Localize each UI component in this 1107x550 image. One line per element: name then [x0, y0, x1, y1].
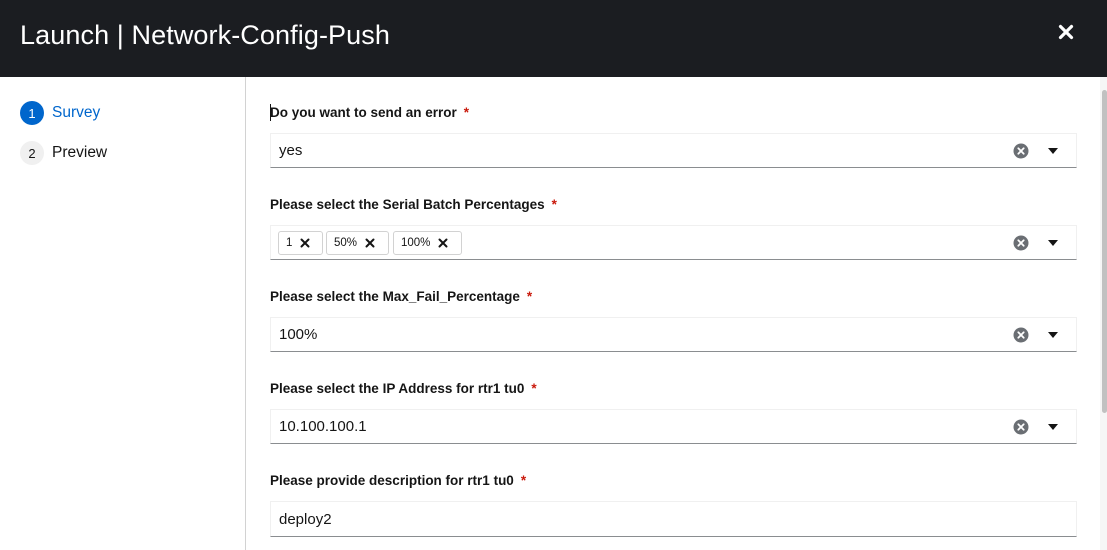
- description-label: Please provide description for rtr1 tu0 *: [270, 473, 527, 488]
- chip-remove-icon[interactable]: [300, 238, 310, 248]
- required-marker: *: [526, 289, 533, 304]
- close-icon: [1058, 24, 1074, 40]
- max-fail-label: Please select the Max_Fail_Percentage *: [270, 289, 533, 304]
- select-value: yes: [279, 142, 303, 159]
- step-label: Preview: [52, 144, 108, 161]
- step-label: Survey: [52, 104, 101, 121]
- scrollbar-thumb[interactable]: [1102, 90, 1107, 413]
- select-value: 100%: [279, 326, 318, 343]
- required-marker: *: [463, 105, 470, 120]
- chip: 100%: [393, 231, 462, 255]
- wizard-step-preview[interactable]: 2 Preview: [20, 141, 107, 165]
- close-button[interactable]: [1051, 17, 1081, 47]
- serial-batch-label: Please select the Serial Batch Percentag…: [270, 197, 557, 212]
- clear-icon[interactable]: [1013, 327, 1029, 343]
- caret-down-icon[interactable]: [1047, 238, 1059, 248]
- required-marker: *: [520, 473, 527, 488]
- chip-label: 1: [286, 237, 293, 249]
- chip: 1: [278, 231, 323, 255]
- chip-label: 50%: [334, 237, 358, 249]
- caret-down-icon[interactable]: [1047, 422, 1059, 432]
- chip-label: 100%: [401, 237, 431, 249]
- ip-address-label: Please select the IP Address for rtr1 tu…: [270, 381, 537, 396]
- chip: 50%: [326, 231, 389, 255]
- step-number: 1: [20, 101, 44, 125]
- description-input[interactable]: [270, 501, 1077, 537]
- modal-title: Launch | Network-Config-Push: [20, 20, 390, 50]
- caret-down-icon[interactable]: [1047, 146, 1059, 156]
- modal-header: Launch | Network-Config-Push: [0, 0, 1107, 77]
- send-error-select[interactable]: yes: [270, 133, 1077, 168]
- select-value: 10.100.100.1: [279, 418, 367, 435]
- wizard-step-survey[interactable]: 1 Survey: [20, 101, 100, 125]
- chip-remove-icon[interactable]: [365, 238, 375, 248]
- step-number: 2: [20, 141, 44, 165]
- send-error-label: Do you want to send an error *: [270, 105, 470, 120]
- chip-remove-icon[interactable]: [438, 238, 448, 248]
- caret-down-icon[interactable]: [1047, 330, 1059, 340]
- clear-icon[interactable]: [1013, 235, 1029, 251]
- required-marker: *: [531, 381, 537, 396]
- serial-batch-multiselect[interactable]: 1 50% 100%: [270, 225, 1077, 260]
- clear-icon[interactable]: [1013, 143, 1029, 159]
- max-fail-select[interactable]: 100%: [270, 317, 1077, 352]
- required-marker: *: [551, 197, 557, 212]
- clear-icon[interactable]: [1013, 419, 1029, 435]
- ip-address-select[interactable]: 10.100.100.1: [270, 409, 1077, 444]
